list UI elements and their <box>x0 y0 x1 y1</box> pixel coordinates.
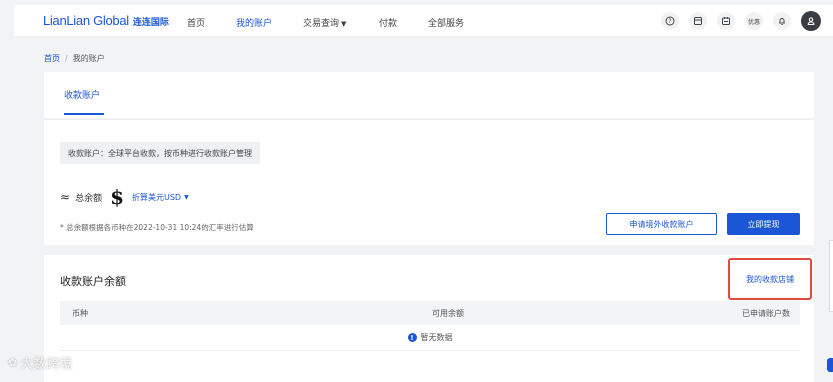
brand-logo[interactable]: LianLian Global 连连国际 <box>43 13 169 29</box>
brand-name-en: LianLian Global <box>43 13 129 28</box>
empty-state: ! 暂无数据 <box>60 325 800 351</box>
exchange-rate-footnote: * 总余额根据各币种在2022-10-31 10:24的汇率进行估算 <box>60 223 254 232</box>
withdraw-now-button[interactable]: 立即提现 <box>727 213 800 235</box>
nav-item-home[interactable]: 首页 <box>187 16 205 29</box>
account-notice: 收款账户：全球平台收款，按币种进行收款账户管理 <box>60 142 260 164</box>
calendar-icon[interactable] <box>717 12 735 30</box>
caret-down-icon: ▼ <box>184 193 189 201</box>
balance-section-title: 收款账户余额 <box>60 275 126 288</box>
top-icon-group: ? 优惠 <box>661 11 821 31</box>
nav-item-my-account[interactable]: 我的账户 <box>236 16 272 29</box>
column-header-account-count: 已申请账户数 <box>742 309 790 318</box>
currency-selector-label: 折算美元USD <box>132 192 182 202</box>
balance-table-header: 币种 可用余额 已申请账户数 <box>60 301 800 325</box>
approx-icon: ≈ <box>60 190 71 204</box>
my-stores-link-highlight: 我的收款店铺 <box>728 258 812 300</box>
document-icon[interactable] <box>689 12 707 30</box>
breadcrumb-separator: / <box>65 54 68 63</box>
top-navigation-bar: LianLian Global 连连国际 首页 我的账户 交易查询 ▼ 付款 全部… <box>14 5 833 37</box>
watermark: ✿ 大数跨境 <box>8 353 72 372</box>
brand-name-cn: 连连国际 <box>132 18 169 28</box>
total-balance-row: ≈ 总余额 $ 折算美元USD ▼ <box>60 185 189 209</box>
account-tabs-card: 收款账户 <box>44 72 814 118</box>
breadcrumb: 首页 / 我的账户 <box>44 53 105 64</box>
svg-text:?: ? <box>668 18 671 25</box>
help-icon[interactable]: ? <box>661 12 679 30</box>
watermark-logo-icon: ✿ <box>8 356 18 369</box>
column-header-currency: 币种 <box>72 309 88 318</box>
my-stores-link[interactable]: 我的收款店铺 <box>746 274 794 285</box>
user-avatar-icon[interactable] <box>801 11 821 31</box>
account-summary-card: 收款账户：全球平台收款，按币种进行收款账户管理 ≈ 总余额 $ 折算美元USD … <box>44 119 814 245</box>
discount-icon[interactable]: 优惠 <box>745 12 763 30</box>
nav-item-transactions[interactable]: 交易查询 ▼ <box>303 16 346 29</box>
info-icon: ! <box>407 333 417 342</box>
tab-receiving-account[interactable]: 收款账户 <box>64 88 100 101</box>
floating-help-button[interactable] <box>827 358 833 372</box>
side-drawer-tab[interactable] <box>829 240 833 312</box>
account-balance-card: 收款账户余额 我的收款店铺 币种 可用余额 已申请账户数 ! 暂无数据 <box>44 255 814 382</box>
watermark-text: 大数跨境 <box>20 357 73 372</box>
total-balance-label: 总余额 <box>75 193 103 204</box>
breadcrumb-home-link[interactable]: 首页 <box>44 54 60 63</box>
column-header-available-balance: 可用余额 <box>432 309 464 318</box>
dollar-icon: $ <box>110 185 124 209</box>
bell-icon[interactable] <box>773 12 791 30</box>
nav-item-payment[interactable]: 付款 <box>379 16 397 29</box>
empty-state-text: 暂无数据 <box>420 333 453 342</box>
apply-overseas-account-button[interactable]: 申请境外收款账户 <box>606 213 717 235</box>
chevron-down-icon: ▼ <box>341 20 347 28</box>
nav-item-all-services[interactable]: 全部服务 <box>428 16 464 29</box>
breadcrumb-current: 我的账户 <box>72 54 105 63</box>
tab-active-indicator <box>64 113 104 115</box>
currency-selector[interactable]: 折算美元USD ▼ <box>132 192 189 203</box>
nav-item-transactions-label: 交易查询 <box>303 19 340 29</box>
